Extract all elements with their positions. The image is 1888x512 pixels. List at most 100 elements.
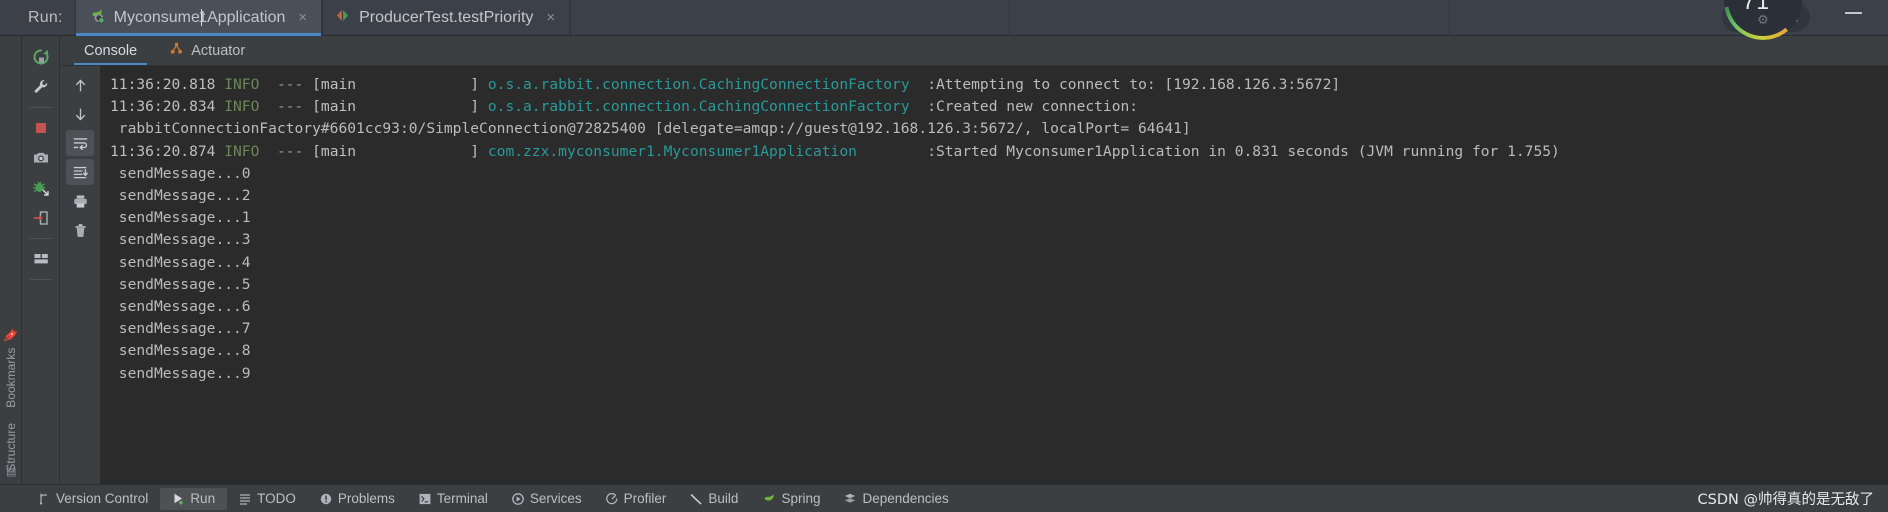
log-logger-pad <box>910 76 928 93</box>
junit-run-icon <box>335 8 350 28</box>
log-message: :Started Myconsumer1Application in 0.831… <box>927 142 1560 160</box>
log-line: 11:36:20.818 INFO --- [main ] o.s.a.rabb… <box>100 74 1888 96</box>
status-item-label: Services <box>529 491 582 506</box>
log-timestamp: 11:36:20.874 <box>110 142 216 160</box>
watermark: CSDN @帅得真的是无敌了 <box>1697 492 1874 508</box>
log-level: INFO <box>224 98 260 116</box>
log-logger[interactable]: o.s.a.rabbit.connection.CachingConnectio… <box>488 76 910 93</box>
run-tab-bar: Run: Myconsumer1Application × ProducerTe… <box>0 0 1888 40</box>
run-label: Run: <box>28 8 63 26</box>
log-logger-pad <box>910 98 928 115</box>
services-icon <box>512 492 524 505</box>
status-item-version-control[interactable]: Version Control <box>26 488 160 510</box>
status-item-build[interactable]: Build <box>678 488 750 510</box>
todo-list-icon <box>239 493 251 505</box>
log-text: sendMessage...3 <box>118 231 251 249</box>
log-dashes: --- <box>276 76 304 93</box>
log-line: sendMessage...3 <box>100 229 1888 251</box>
status-item-dependencies[interactable]: Dependencies <box>832 488 960 510</box>
scroll-to-end-button[interactable] <box>66 159 94 185</box>
log-thread: [main <box>312 98 357 116</box>
status-item-label: Problems <box>337 491 395 506</box>
print-button[interactable] <box>66 188 94 214</box>
run-tab-myconsumer1application[interactable]: Myconsumer1Application × <box>74 0 323 36</box>
console-output[interactable]: 11:36:20.818 INFO --- [main ] o.s.a.rabb… <box>100 66 1888 484</box>
scroll-down-button[interactable] <box>66 101 94 127</box>
status-item-problems[interactable]: Problems <box>308 488 407 510</box>
layout-button[interactable] <box>27 245 55 273</box>
console-gutter-toolbar <box>60 66 100 484</box>
run-play-icon <box>172 492 184 505</box>
export-button[interactable] <box>27 204 55 232</box>
console-panel: Console Actuator 11:36:20.818 INFO --- [… <box>60 36 1888 484</box>
toolbar-divider <box>29 107 52 108</box>
log-line: sendMessage...4 <box>100 252 1888 274</box>
rerun-button[interactable] <box>27 43 55 71</box>
status-bar: Version Control Run TODO Problems Termin… <box>0 484 1888 512</box>
console-area: 11:36:20.818 INFO --- [main ] o.s.a.rabb… <box>60 66 1888 484</box>
log-level: INFO <box>224 76 260 93</box>
console-tab-bar: Console Actuator <box>60 36 1888 66</box>
attach-debugger-button[interactable] <box>27 174 55 202</box>
problems-icon <box>320 493 332 505</box>
sidebar-item-bookmarks[interactable]: Bookmarks 🔖 <box>3 320 18 416</box>
log-logger-pad <box>857 143 927 160</box>
build-hammer-icon <box>690 493 702 505</box>
run-tab-producertest-testpriority[interactable]: ProducerTest.testPriority × <box>322 0 571 35</box>
log-text: sendMessage...2 <box>118 187 251 205</box>
status-item-todo[interactable]: TODO <box>227 488 308 510</box>
status-item-services[interactable]: Services <box>500 488 594 510</box>
structure-icon: ▤ <box>6 466 17 478</box>
status-item-run[interactable]: Run <box>160 487 228 510</box>
console-log-lines: 11:36:20.818 INFO --- [main ] o.s.a.rabb… <box>100 74 1888 385</box>
log-bracket: ] <box>470 76 488 93</box>
log-logger[interactable]: com.zzx.myconsumer1.Myconsumer1Applicati… <box>488 143 857 160</box>
minimize-button[interactable] <box>1845 12 1862 14</box>
stop-button[interactable] <box>27 114 55 142</box>
status-item-spring[interactable]: Spring <box>750 488 832 510</box>
clear-all-button[interactable] <box>66 217 94 243</box>
log-line: sendMessage...5 <box>100 274 1888 296</box>
status-item-label: Build <box>708 491 739 506</box>
edit-configurations-button[interactable] <box>27 73 55 101</box>
actuator-label: Actuator <box>191 42 246 59</box>
window-body: Bookmarks 🔖 Structure ▤ Console Actuator… <box>0 36 1888 484</box>
tab-console[interactable]: Console <box>68 36 153 65</box>
log-message: :Created new connection: <box>927 98 1139 116</box>
dependencies-icon <box>844 493 856 505</box>
status-item-terminal[interactable]: Terminal <box>407 488 500 510</box>
log-thread: [main <box>312 76 357 93</box>
gear-icon[interactable]: ⚙ <box>1757 12 1769 28</box>
status-item-label: Terminal <box>436 491 488 506</box>
scroll-up-button[interactable] <box>66 72 94 98</box>
status-item-label: Run <box>190 491 216 506</box>
log-message: :Attempting to connect to: [192.168.126.… <box>927 76 1341 93</box>
log-thread-pad <box>356 143 470 160</box>
close-icon[interactable]: × <box>542 10 555 25</box>
screenshot-button[interactable] <box>27 144 55 172</box>
log-text: sendMessage...9 <box>118 364 251 382</box>
idea-run-window: Run: Myconsumer1Application × ProducerTe… <box>0 0 1888 512</box>
status-item-label: Spring <box>781 491 821 506</box>
status-item-label: Dependencies <box>862 491 949 506</box>
actuator-icon <box>169 41 184 60</box>
log-dashes: --- <box>276 98 304 116</box>
log-line: sendMessage...0 <box>100 163 1888 185</box>
tab-actuator[interactable]: Actuator <box>153 36 261 65</box>
close-icon[interactable]: × <box>294 10 307 25</box>
status-item-label: Version Control <box>56 491 149 506</box>
log-line: sendMessage...9 <box>100 363 1888 385</box>
log-text: sendMessage...5 <box>118 275 251 293</box>
log-text: sendMessage...1 <box>118 209 251 227</box>
status-item-profiler[interactable]: Profiler <box>594 488 679 510</box>
toolbar-divider <box>29 279 52 280</box>
log-bracket: ] <box>470 142 488 160</box>
log-text: sendMessage...7 <box>118 320 251 338</box>
soft-wrap-button[interactable] <box>66 130 94 156</box>
terminal-icon <box>419 493 431 505</box>
log-line: sendMessage...2 <box>100 185 1888 207</box>
log-text: sendMessage...4 <box>118 253 251 271</box>
log-text: sendMessage...8 <box>118 342 251 360</box>
log-line: 11:36:20.834 INFO --- [main ] o.s.a.rabb… <box>100 96 1888 118</box>
log-logger[interactable]: o.s.a.rabbit.connection.CachingConnectio… <box>488 98 910 115</box>
